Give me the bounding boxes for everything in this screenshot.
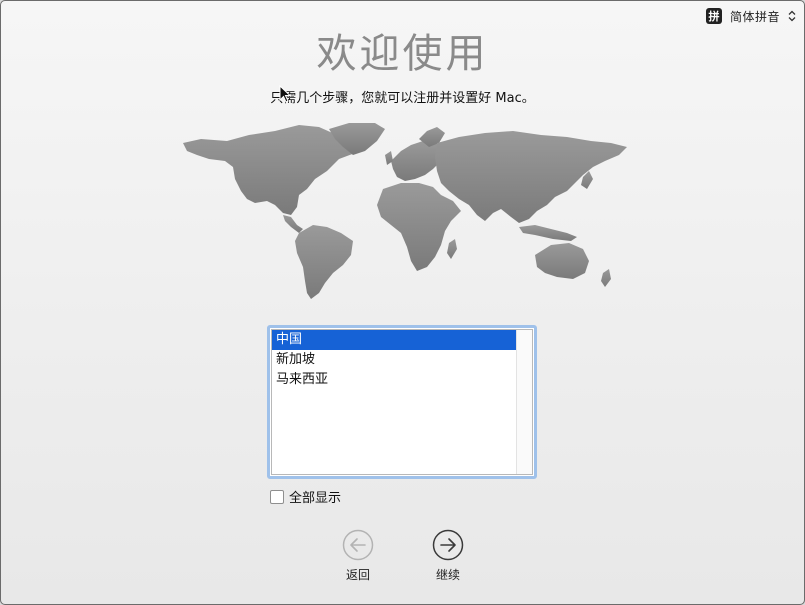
back-button[interactable]: 返回 <box>328 529 388 583</box>
map-australia <box>535 243 589 279</box>
map-new-zealand <box>601 269 611 287</box>
world-map <box>183 123 627 299</box>
country-list-rows: 中国 新加坡 马来西亚 <box>272 330 516 474</box>
back-label: 返回 <box>345 568 370 582</box>
page-subtitle: 只需几个步骤，您就可以注册并设置好 Mac。 <box>270 91 535 106</box>
map-madagascar <box>447 239 457 259</box>
list-item-singapore[interactable]: 新加坡 <box>272 350 516 370</box>
show-all-option[interactable]: 全部显示 <box>270 487 341 506</box>
list-item-china[interactable]: 中国 <box>272 330 516 350</box>
map-indonesia <box>519 225 577 241</box>
country-list-frame: 中国 新加坡 马来西亚 <box>271 329 533 475</box>
map-central-america <box>283 215 303 233</box>
show-all-checkbox[interactable] <box>270 489 284 504</box>
page-title: 欢迎使用 <box>316 31 489 77</box>
mouse-pointer-icon <box>279 85 291 103</box>
continue-label: 继续 <box>435 568 460 582</box>
country-list[interactable]: 中国 新加坡 马来西亚 <box>267 325 537 479</box>
arrow-left-circle-icon <box>342 529 374 561</box>
continue-button[interactable]: 继续 <box>418 529 478 583</box>
map-asia <box>435 131 627 223</box>
arrow-right-circle-icon <box>432 529 464 561</box>
show-all-label: 全部显示 <box>289 491 342 506</box>
list-scrollbar[interactable] <box>516 330 532 474</box>
map-africa <box>377 183 461 271</box>
list-item-malaysia[interactable]: 马来西亚 <box>272 370 516 390</box>
map-south-america <box>295 225 353 299</box>
setup-assistant-window: 拼 简体拼音 欢迎使用 只需几个步骤，您就可以注册并设置好 Mac。 中国 新加… <box>0 0 805 605</box>
